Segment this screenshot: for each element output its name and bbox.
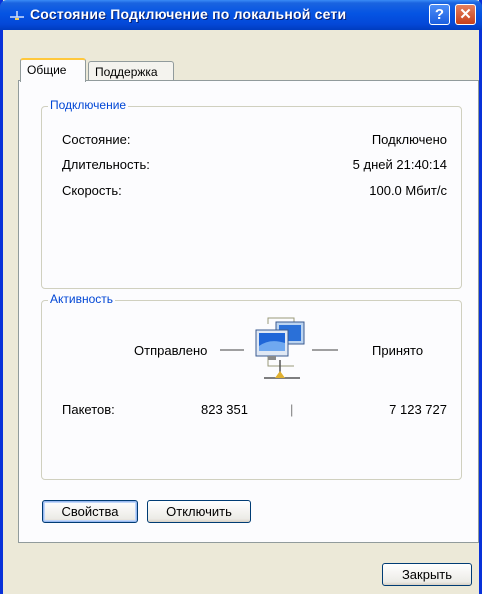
properties-button-label: Свойства xyxy=(61,504,119,519)
speed-label: Скорость: xyxy=(62,183,122,198)
title-bar[interactable]: Состояние Подключение по локальной сети … xyxy=(0,0,482,30)
close-button-label: Закрыть xyxy=(401,567,453,582)
received-label: Принято xyxy=(372,343,424,358)
status-dialog: Состояние Подключение по локальной сети … xyxy=(0,0,482,594)
packets-separator: | xyxy=(290,402,294,417)
activity-group: Активность Отправлено Принято Пакетов: 8… xyxy=(41,292,462,480)
status-label: Состояние: xyxy=(62,132,131,147)
activity-legend: Активность xyxy=(48,292,116,306)
properties-button[interactable]: Свойства xyxy=(42,500,138,523)
connection-group: Подключение Состояние: Подключено Длител… xyxy=(41,98,462,289)
close-button[interactable]: Закрыть xyxy=(382,563,472,586)
status-value: Подключено xyxy=(371,132,447,147)
tab-general[interactable]: Общие xyxy=(20,58,86,82)
close-window-button[interactable]: ✕ xyxy=(455,4,476,25)
packets-label: Пакетов: xyxy=(62,402,115,417)
disable-button[interactable]: Отключить xyxy=(147,500,251,523)
tab-panel-general: Подключение Состояние: Подключено Длител… xyxy=(18,80,479,543)
help-button[interactable]: ? xyxy=(429,4,450,25)
sent-label: Отправлено xyxy=(134,343,208,358)
packets-received-value: 7 123 727 xyxy=(389,402,447,417)
duration-value: 5 дней 21:40:14 xyxy=(352,157,447,172)
duration-label: Длительность: xyxy=(62,157,150,172)
packets-sent-value: 823 351 xyxy=(201,402,248,417)
network-activity-icon xyxy=(220,317,338,379)
speed-value: 100.0 Мбит/с xyxy=(369,183,447,198)
disable-button-label: Отключить xyxy=(166,504,232,519)
connection-legend: Подключение xyxy=(48,98,129,112)
window-title: Состояние Подключение по локальной сети xyxy=(30,6,347,22)
network-connection-icon xyxy=(10,11,24,20)
